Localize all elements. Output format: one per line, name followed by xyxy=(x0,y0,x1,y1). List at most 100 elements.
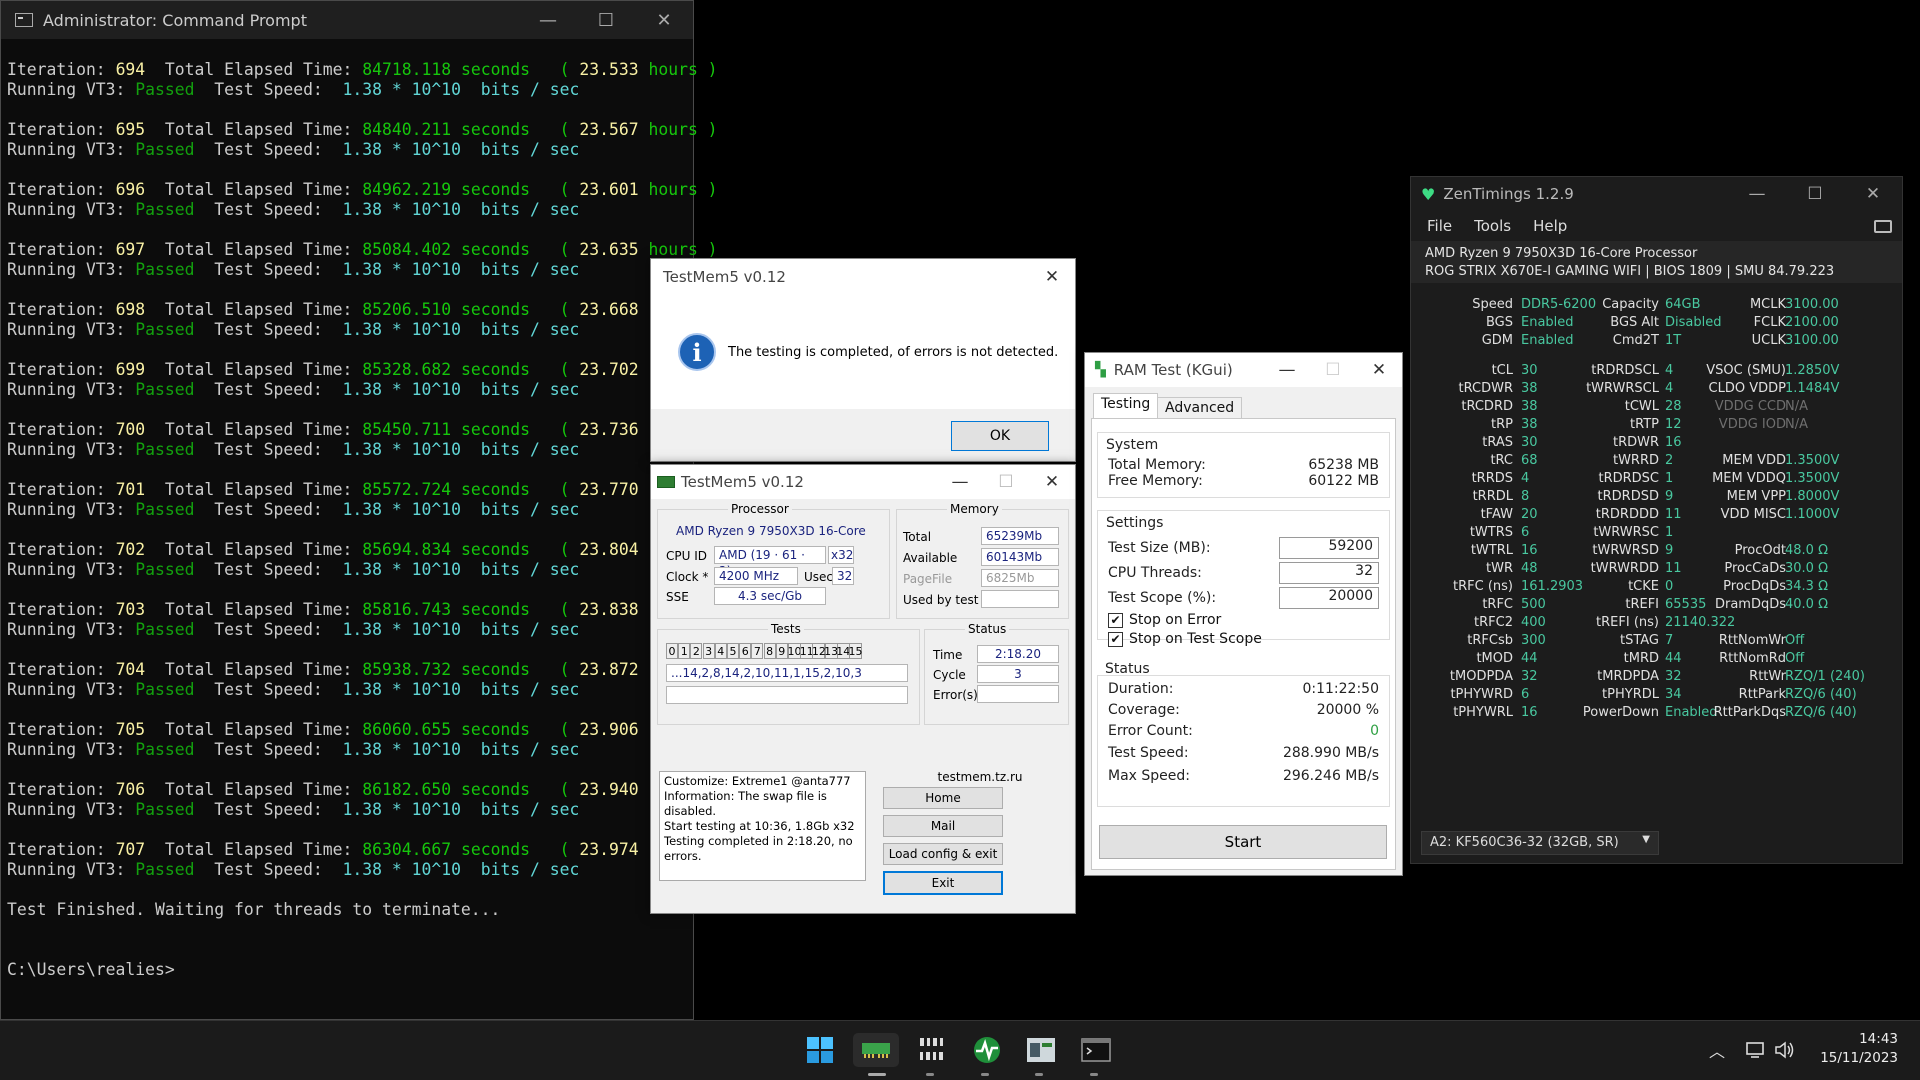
tab-testing[interactable]: Testing xyxy=(1093,393,1159,419)
elapsed-label: Total Elapsed Time: xyxy=(145,360,363,379)
mail-button[interactable]: Mail xyxy=(883,815,1003,837)
timing-value: 44 xyxy=(1665,651,1682,666)
stop-error-checkbox[interactable]: ✔ Stop on Error xyxy=(1098,610,1389,630)
console-output[interactable]: Iteration: 694 Total Elapsed Time: 84718… xyxy=(1,39,718,980)
clock[interactable]: 14:43 15/11/2023 xyxy=(1808,1030,1898,1068)
elapsed-hours: 23.601 xyxy=(579,180,639,199)
windows-start-icon[interactable] xyxy=(803,1033,837,1067)
timing-value: 68 xyxy=(1521,453,1538,468)
timing-label: RttPark xyxy=(1738,687,1786,702)
iteration-label: Iteration: xyxy=(7,180,116,199)
camera-icon[interactable] xyxy=(1874,219,1892,233)
maximize-button[interactable]: ☐ xyxy=(1786,177,1844,211)
ram-titlebar[interactable]: ▚ RAM Test (KGui) — ☐ ✕ xyxy=(1085,353,1402,387)
timing-label: VSOC (SMU) xyxy=(1706,363,1786,378)
paren: ( xyxy=(530,540,580,559)
testmem-taskbar-icon[interactable] xyxy=(853,1033,899,1067)
paren: ( xyxy=(530,60,580,79)
test-log[interactable]: Customize: Extreme1 @anta777 Information:… xyxy=(659,771,866,881)
timing-label: tRDRDSD xyxy=(1597,489,1659,504)
passed-status: Passed xyxy=(135,440,195,459)
cmd-title: Administrator: Command Prompt xyxy=(43,10,307,30)
ok-button[interactable]: OK xyxy=(951,421,1049,451)
load-config-button[interactable]: Load config & exit xyxy=(883,843,1003,865)
iteration-number: 705 xyxy=(115,720,146,739)
usec-field: 32 xyxy=(832,567,854,585)
seconds-unit: seconds xyxy=(451,840,531,859)
timing-value: 300 xyxy=(1521,633,1546,648)
timing-value: 1T xyxy=(1665,333,1682,348)
ramtest-window[interactable]: ▚ RAM Test (KGui) — ☐ ✕ Testing Advanced… xyxy=(1084,352,1403,876)
timing-value: 2100.00 xyxy=(1785,315,1839,330)
minimize-button[interactable]: — xyxy=(1264,353,1310,387)
zentimings-window[interactable]: ♥ ZenTimings 1.2.9 — ☐ ✕ File Tools Help… xyxy=(1410,176,1903,864)
cpu-threads-input[interactable]: 32 xyxy=(1279,561,1379,584)
menu-help[interactable]: Help xyxy=(1533,217,1567,235)
close-button[interactable]: ✕ xyxy=(635,1,693,39)
paren: ( xyxy=(530,720,580,739)
timing-value: N/A xyxy=(1785,399,1808,414)
timing-value: 34.3 Ω xyxy=(1785,579,1829,594)
exit-button[interactable]: Exit xyxy=(883,871,1003,895)
minimize-button[interactable]: — xyxy=(1728,177,1786,211)
tab-advanced[interactable]: Advanced xyxy=(1157,397,1243,419)
test-scope-input[interactable]: 20000 xyxy=(1279,586,1379,609)
testmem-msgbox[interactable]: TestMem5 v0.12 ✕ i The testing is comple… xyxy=(650,258,1076,462)
msgbox-titlebar[interactable]: TestMem5 v0.12 ✕ xyxy=(651,259,1075,295)
timing-value: 38 xyxy=(1521,381,1538,396)
cmd-titlebar[interactable]: Administrator: Command Prompt — ☐ ✕ xyxy=(1,1,693,39)
close-button[interactable]: ✕ xyxy=(1029,259,1075,295)
timing-label: tWRWRSC xyxy=(1593,525,1659,540)
maximize-button[interactable]: ☐ xyxy=(577,1,635,39)
speed-unit: bits / sec xyxy=(460,800,580,819)
test-indicator: 2 xyxy=(690,643,703,659)
binary-app-icon[interactable] xyxy=(916,1033,950,1067)
timing-label: tWRWRDD xyxy=(1590,561,1659,576)
elapsed-seconds: 86182.650 xyxy=(362,780,452,799)
zentimings-taskbar-icon[interactable] xyxy=(970,1033,1004,1067)
menu-tools[interactable]: Tools xyxy=(1474,217,1511,235)
speed-value: 1.38 * 10^10 xyxy=(342,620,461,639)
speed-value: 1.38 * 10^10 xyxy=(342,200,461,219)
timing-value: RZQ/6 (40) xyxy=(1785,705,1857,720)
terminal-taskbar-icon[interactable] xyxy=(1079,1033,1113,1067)
test-size-input[interactable]: 59200 xyxy=(1279,536,1379,559)
check-icon: ✔ xyxy=(1108,612,1123,628)
elapsed-seconds: 85084.402 xyxy=(362,240,452,259)
timing-label: tPHYRDL xyxy=(1602,687,1659,702)
maximize-button[interactable]: ☐ xyxy=(983,465,1029,499)
testmem5-window[interactable]: TestMem5 v0.12 — ☐ ✕ Processor AMD Ryzen… xyxy=(650,464,1076,914)
menu-file[interactable]: File xyxy=(1427,217,1452,235)
zen-titlebar[interactable]: ♥ ZenTimings 1.2.9 — ☐ ✕ xyxy=(1411,177,1902,211)
tm5-titlebar[interactable]: TestMem5 v0.12 — ☐ ✕ xyxy=(651,465,1075,499)
maximize-button[interactable]: ☐ xyxy=(1310,353,1356,387)
minimize-button[interactable]: — xyxy=(519,1,577,39)
chevron-up-icon[interactable]: ︿ xyxy=(1700,1033,1734,1067)
minimize-button[interactable]: — xyxy=(937,465,983,499)
dimm-select[interactable]: A2: KF560C36-32 (32GB, SR) ▼ xyxy=(1421,831,1659,855)
group-title: Processor xyxy=(728,502,792,516)
info-icon: i xyxy=(678,333,716,371)
volume-icon[interactable] xyxy=(1768,1033,1802,1067)
home-button[interactable]: Home xyxy=(883,787,1003,809)
close-button[interactable]: ✕ xyxy=(1356,353,1402,387)
seconds-unit: seconds xyxy=(451,720,531,739)
running-label: Running VT3: xyxy=(7,260,136,279)
cmd-window[interactable]: Administrator: Command Prompt — ☐ ✕ Iter… xyxy=(0,0,718,1020)
speed-unit: bits / sec xyxy=(460,560,580,579)
paren: ( xyxy=(530,840,580,859)
ramtest-taskbar-icon[interactable] xyxy=(1024,1033,1058,1067)
running-line: Running VT3: Passed Test Speed: 1.38 * 1… xyxy=(7,680,693,700)
running-label: Running VT3: xyxy=(7,680,136,699)
paren: ( xyxy=(530,420,580,439)
elapsed-seconds: 85938.732 xyxy=(362,660,452,679)
close-button[interactable]: ✕ xyxy=(1029,465,1075,499)
stop-scope-checkbox[interactable]: ✔ Stop on Test Scope xyxy=(1098,630,1389,648)
elapsed-label: Total Elapsed Time: xyxy=(145,480,363,499)
start-button[interactable]: Start xyxy=(1099,825,1387,859)
timing-label: tRCDRD xyxy=(1461,399,1513,414)
close-button[interactable]: ✕ xyxy=(1844,177,1902,211)
timing-value: 40.0 Ω xyxy=(1785,597,1829,612)
running-line: Running VT3: Passed Test Speed: 1.38 * 1… xyxy=(7,500,693,520)
iteration-number: 694 xyxy=(115,60,146,79)
